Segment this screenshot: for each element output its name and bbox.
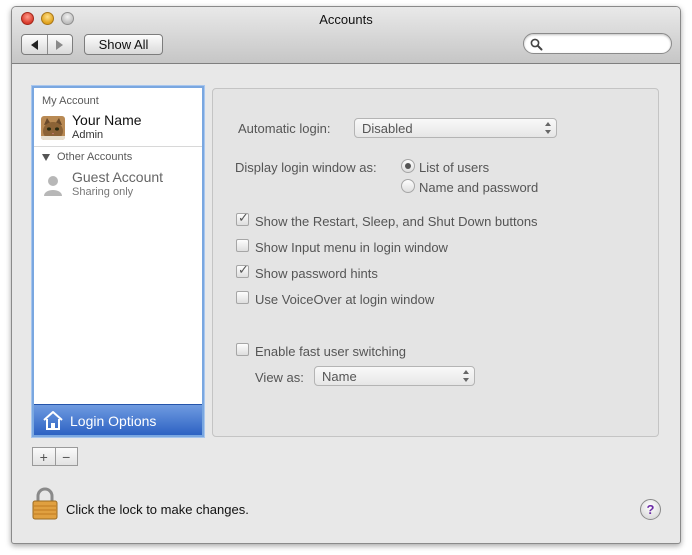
- list-divider: [34, 146, 202, 147]
- forward-button[interactable]: [46, 35, 73, 54]
- add-account-button[interactable]: +: [33, 448, 55, 465]
- checkbox-fast-user-switching[interactable]: [236, 343, 249, 356]
- help-question-icon: ?: [646, 502, 655, 517]
- add-remove-control: + −: [32, 447, 78, 466]
- checkbox-label: Use VoiceOver at login window: [255, 292, 435, 307]
- view-as-value: Name: [322, 369, 357, 384]
- checkbox-show-restart-buttons[interactable]: ✓: [236, 210, 249, 226]
- forward-arrow-icon: [56, 39, 64, 50]
- lock-label: Click the lock to make changes.: [66, 502, 249, 517]
- account-role: Admin: [72, 129, 104, 141]
- checkbox-label: Show the Restart, Sleep, and Shut Down b…: [255, 214, 538, 229]
- window-title: Accounts: [319, 12, 373, 27]
- automatic-login-value: Disabled: [362, 121, 413, 136]
- automatic-login-label: Automatic login:: [238, 121, 331, 136]
- account-name: Your Name: [72, 112, 142, 128]
- cat-photo-icon: [41, 116, 65, 140]
- checkbox-use-voiceover[interactable]: [236, 291, 249, 304]
- account-row-guest[interactable]: Guest Account Sharing only: [34, 168, 202, 202]
- radio-name-and-password[interactable]: [401, 179, 415, 193]
- checkmark-icon: ✓: [238, 262, 249, 277]
- checkbox-show-password-hints[interactable]: ✓: [236, 262, 249, 278]
- popup-arrows-icon: [463, 370, 470, 382]
- house-icon: [43, 411, 63, 430]
- radio-label: List of users: [419, 160, 490, 175]
- person-silhouette-icon: [41, 173, 65, 197]
- login-options-panel: Automatic login: Disabled Display login …: [212, 88, 659, 437]
- padlock-icon[interactable]: [29, 486, 61, 520]
- accounts-window: Accounts Show All My Account Your Name A…: [11, 6, 681, 544]
- checkbox-label: Show Input menu in login window: [255, 240, 448, 255]
- popup-arrows-icon: [545, 122, 552, 134]
- magnifier-icon: [530, 38, 543, 51]
- checkbox-show-input-menu[interactable]: [236, 239, 249, 252]
- display-login-label: Display login window as:: [235, 160, 377, 175]
- account-name: Guest Account: [72, 169, 164, 185]
- window-toolbar: Accounts Show All: [12, 7, 680, 64]
- login-options-item[interactable]: Login Options: [34, 404, 202, 435]
- back-button[interactable]: [22, 35, 47, 54]
- search-field[interactable]: [523, 33, 672, 54]
- checkbox-label: Show password hints: [255, 266, 378, 281]
- view-as-label: View as:: [255, 370, 304, 385]
- remove-account-button[interactable]: −: [54, 448, 78, 465]
- view-as-popup[interactable]: Name: [314, 366, 475, 386]
- other-accounts-header: Other Accounts: [57, 151, 133, 163]
- accounts-list: My Account Your Name Admin Other Account…: [32, 86, 204, 437]
- back-arrow-icon: [30, 39, 38, 50]
- back-forward-control: [21, 34, 73, 55]
- radio-label: Name and password: [419, 180, 539, 195]
- help-button[interactable]: ?: [640, 499, 661, 520]
- radio-list-of-users[interactable]: [401, 159, 415, 173]
- disclosure-triangle-icon[interactable]: [42, 154, 50, 161]
- show-all-button[interactable]: Show All: [84, 34, 163, 55]
- my-account-header: My Account: [42, 95, 99, 107]
- automatic-login-popup[interactable]: Disabled: [354, 118, 557, 138]
- checkmark-icon: ✓: [238, 210, 249, 225]
- account-row-your-name[interactable]: Your Name Admin: [34, 110, 202, 144]
- checkbox-label: Enable fast user switching: [255, 344, 407, 359]
- account-role: Sharing only: [72, 186, 134, 198]
- login-options-label: Login Options: [70, 413, 157, 429]
